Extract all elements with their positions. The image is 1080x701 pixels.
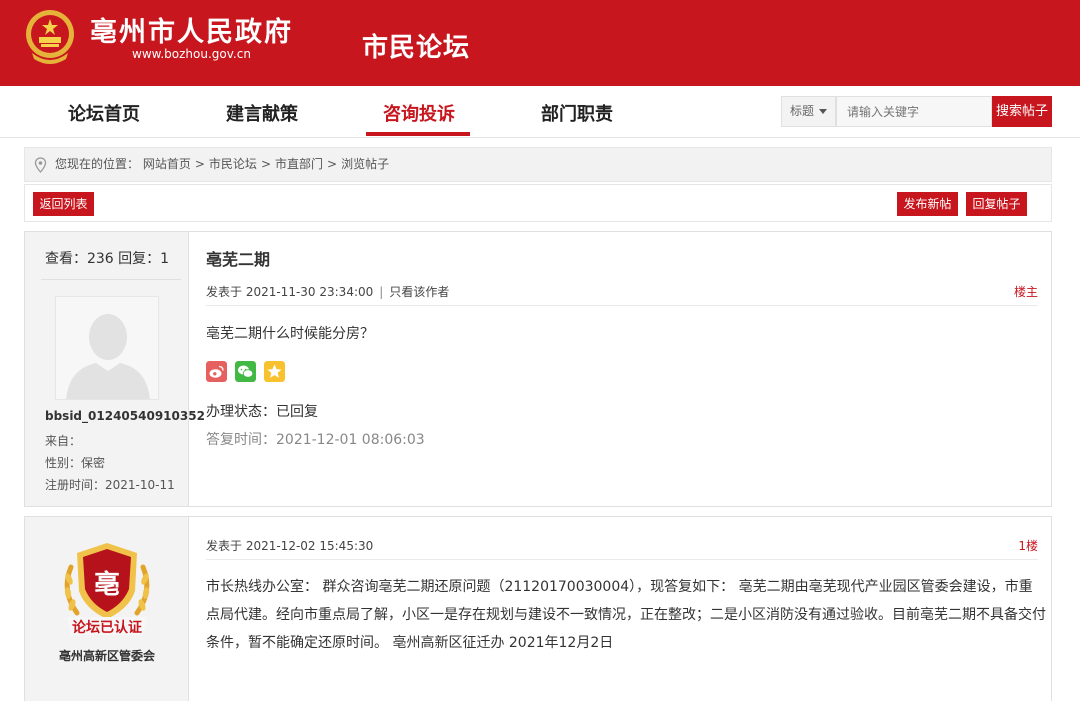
qzone-icon[interactable]: [264, 361, 285, 382]
avatar[interactable]: [55, 296, 159, 400]
post-body: 亳芜二期什么时候能分房？: [206, 326, 374, 342]
breadcrumb: 您现在的位置： 网站首页 > 市民论坛 > 市直部门 > 浏览帖子: [24, 147, 1052, 182]
new-post-button[interactable]: 发布新帖: [897, 192, 958, 216]
breadcrumb-city-departments[interactable]: 市直部门: [275, 157, 323, 171]
author-username[interactable]: bbsid_01240540910352: [45, 409, 205, 423]
reply-post-time: 发表于 2021-12-02 15:45:30: [206, 539, 374, 553]
site-title[interactable]: 亳州市人民政府: [90, 10, 293, 49]
divider: [206, 305, 1038, 306]
location-pin-icon: [34, 157, 47, 173]
post-meta: 发表于 2021-11-30 23:34:00 | 只看该作者: [206, 283, 449, 300]
handling-status: 办理状态：已回复: [206, 404, 318, 420]
post-content: 亳芜二期 发表于 2021-11-30 23:34:00 | 只看该作者 楼主 亳芜…: [189, 232, 1051, 506]
department-sidebar: 亳 论坛已认证 亳州高新区管委会: [25, 517, 189, 701]
nav-department-duties[interactable]: 部门职责: [541, 100, 613, 126]
view-reply-stats: 查看：236 回复：1: [44, 251, 170, 267]
search-input[interactable]: [836, 96, 992, 127]
weibo-icon[interactable]: [206, 361, 227, 382]
main-nav: 论坛首页 建言献策 咨询投诉 部门职责 标题 搜索帖子: [0, 86, 1080, 138]
author-sidebar: 查看：236 回复：1 bbsid_01240540910352 来自： 性别：…: [25, 232, 205, 506]
divider: [206, 559, 1038, 560]
site-header: 亳州市人民政府 www.bozhou.gov.cn 市民论坛: [0, 0, 1080, 86]
breadcrumb-site-home[interactable]: 网站首页: [143, 157, 191, 171]
divider: [41, 279, 181, 280]
original-post: 查看：236 回复：1 bbsid_01240540910352 来自： 性别：…: [24, 231, 1052, 507]
default-avatar-icon: [56, 297, 158, 399]
reply-body: 市长热线办公室： 群众咨询亳芜二期还原问题（21120170030004），现答…: [206, 579, 1046, 651]
national-emblem-icon: [26, 10, 74, 64]
author-from: 来自：: [45, 434, 82, 448]
reply-post: 亳 论坛已认证 亳州高新区管委会 发表于 2021-12-02 15:45:30…: [24, 516, 1052, 701]
search-button[interactable]: 搜索帖子: [992, 96, 1052, 127]
chevron-down-icon: [819, 109, 828, 114]
site-url[interactable]: www.bozhou.gov.cn: [132, 47, 251, 61]
back-to-list-button[interactable]: 返回列表: [33, 192, 94, 216]
floor-tag: 1楼: [1018, 539, 1038, 553]
search-type-dropdown[interactable]: 标题: [781, 96, 836, 127]
breadcrumb-separator: >: [194, 157, 205, 171]
nav-forum-home[interactable]: 论坛首页: [68, 100, 140, 126]
author-gender: 性别：保密: [45, 456, 106, 470]
reply-content: 发表于 2021-12-02 15:45:30 1楼 市长热线办公室： 群众咨询…: [189, 517, 1051, 701]
meta-separator: |: [379, 285, 384, 299]
search-type-label: 标题: [790, 104, 815, 118]
only-author-link[interactable]: 只看该作者: [389, 285, 449, 299]
breadcrumb-browse-post: 浏览帖子: [341, 157, 390, 171]
post-time: 发表于 2021-11-30 23:34:00: [206, 285, 374, 299]
nav-consult-complaint[interactable]: 咨询投诉: [383, 100, 455, 126]
breadcrumb-separator: >: [327, 157, 338, 171]
reply-post-button[interactable]: 回复帖子: [966, 192, 1027, 216]
reply-time: 答复时间：2021-12-01 08:06:03: [206, 432, 425, 448]
author-registered: 注册时间：2021-10-11: [45, 478, 175, 492]
active-tab-indicator: [366, 132, 470, 136]
floor-tag: 楼主: [1013, 285, 1038, 299]
thread-action-bar: 返回列表 发布新帖 回复帖子: [24, 184, 1052, 222]
thread-title: 亳芜二期: [206, 250, 271, 269]
nav-suggestions[interactable]: 建言献策: [226, 100, 298, 126]
breadcrumb-citizen-forum[interactable]: 市民论坛: [209, 157, 257, 171]
breadcrumb-separator: >: [260, 157, 271, 171]
breadcrumb-prefix: 您现在的位置：: [55, 157, 140, 171]
forum-title[interactable]: 市民论坛: [362, 27, 470, 64]
department-name[interactable]: 亳州高新区管委会: [25, 647, 189, 664]
svg-text:亳: 亳: [94, 569, 120, 600]
wechat-icon[interactable]: [235, 361, 256, 382]
verified-badge-text: 论坛已认证: [72, 620, 142, 636]
